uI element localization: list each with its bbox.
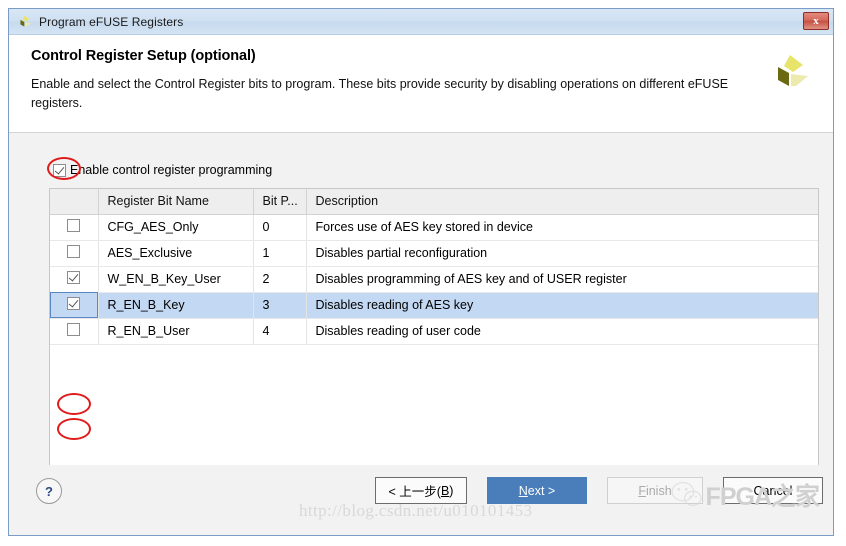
watermark-url: http://blog.csdn.net/u010101453 [299,501,533,520]
next-button[interactable]: Next > [487,477,587,504]
finish-button: Finish [607,477,703,504]
xilinx-logo-icon [778,55,808,86]
table-row[interactable]: R_EN_B_Key 3 Disables reading of AES key [50,292,818,319]
help-button[interactable]: ? [36,478,62,504]
table-cell-register-bit-name: W_EN_B_Key_User [98,266,254,293]
header-banner: Control Register Setup (optional) Enable… [9,35,833,133]
table-cell-checkbox[interactable] [50,214,99,241]
column-header-bit-position[interactable]: Bit P... [253,189,307,215]
table-row[interactable]: AES_Exclusive 1 Disables partial reconfigu… [50,240,818,267]
table-cell-register-bit-name: AES_Exclusive [98,240,254,267]
row-checkbox[interactable] [67,219,81,232]
next-button-mnemonic: N [518,483,528,498]
dialog-window: Program eFUSE Registers x Control Regist… [8,8,834,536]
back-button-label-pre: < 上一步( [388,485,441,499]
table-cell-checkbox[interactable] [50,266,99,293]
table-cell-register-bit-name: R_EN_B_User [98,318,254,345]
table-cell-bit-position: 2 [253,266,307,293]
row-checkbox[interactable] [67,245,81,258]
page-subtitle: Enable and select the Control Register b… [31,77,729,110]
xilinx-logo-icon [20,15,31,27]
table-cell-checkbox[interactable] [50,240,99,267]
page-title: Control Register Setup (optional) [31,48,256,64]
register-bits-table: Register Bit Name Bit P... Description C… [50,189,818,345]
table-cell-checkbox[interactable] [50,292,99,319]
back-button[interactable]: < 上一步(B) [375,477,467,504]
table-cell-bit-position: 1 [253,240,307,267]
cancel-button[interactable]: Cancel [723,477,823,504]
enable-control-register-label: Enable control register programming [70,163,273,177]
back-button-label-post: ) [449,483,454,498]
table-cell-register-bit-name: R_EN_B_Key [98,292,254,319]
table-cell-description: Disables reading of user code [306,318,818,345]
row-checkbox[interactable] [67,271,81,284]
table-cell-bit-position: 0 [253,214,307,241]
row-checkbox[interactable] [67,297,81,310]
back-button-mnemonic: B [440,483,450,498]
column-header-checkbox[interactable] [50,189,99,215]
finish-button-mnemonic: F [638,483,646,498]
enable-control-register-checkbox[interactable] [53,163,66,177]
table-cell-description: Forces use of AES key stored in device [306,214,818,241]
table-cell-description: Disables reading of AES key [306,292,818,319]
column-header-description[interactable]: Description [306,189,818,215]
close-icon[interactable]: x [803,12,829,30]
table-cell-register-bit-name: CFG_AES_Only [98,214,254,241]
table-row[interactable]: R_EN_B_User 4 Disables reading of user cod… [50,318,818,345]
row-checkbox[interactable] [67,323,81,336]
finish-button-label: inish [645,483,672,498]
table-cell-bit-position: 4 [253,318,307,345]
table-row[interactable]: CFG_AES_Only 0 Forces use of AES key store… [50,214,818,241]
dialog-body: Enable control register programming Regi… [9,133,833,535]
enable-control-register-row[interactable]: Enable control register programming [53,163,272,177]
title-bar: Program eFUSE Registers x [9,9,833,35]
dialog-footer: ? < 上一步(B) Next > Finish Cancel http://b… [9,465,833,535]
table-cell-checkbox[interactable] [50,318,99,345]
table-cell-bit-position: 3 [253,292,307,319]
table-header-row: Register Bit Name Bit P... Description [50,189,818,215]
table-cell-description: Disables partial reconfiguration [306,240,818,267]
table-cell-description: Disables programming of AES key and of U… [306,266,818,293]
next-button-label: ext > [527,483,556,498]
table-row[interactable]: W_EN_B_Key_User 2 Disables programming of … [50,266,818,293]
column-header-register-bit-name[interactable]: Register Bit Name [98,189,254,215]
window-title: Program eFUSE Registers [39,14,184,29]
